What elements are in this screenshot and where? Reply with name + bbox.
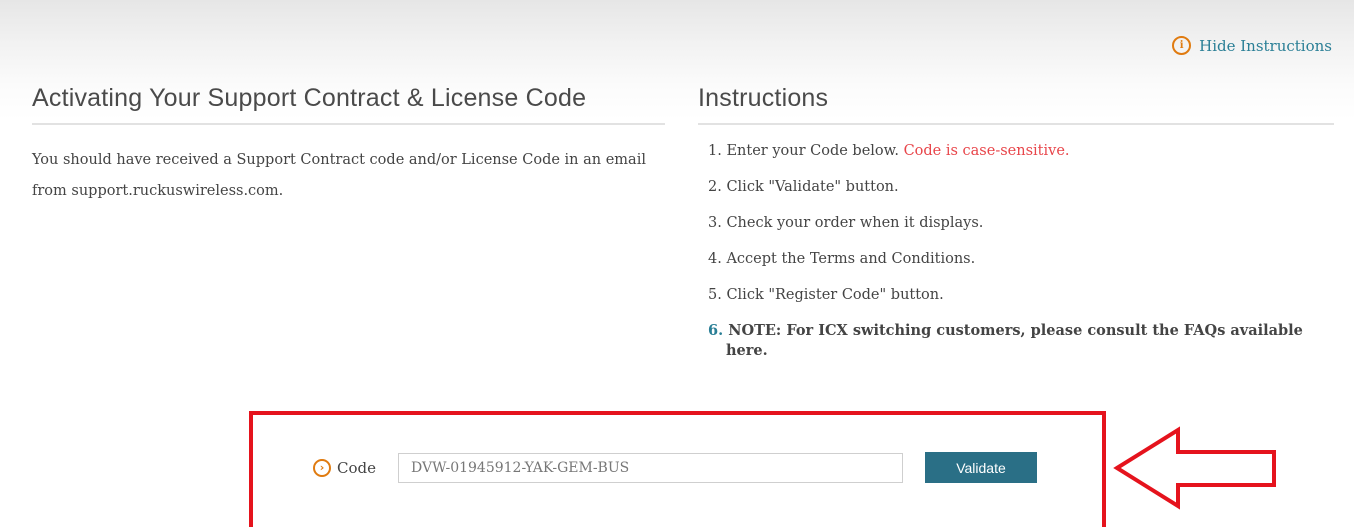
activation-section: Activating Your Support Contract & Licen… xyxy=(32,84,665,207)
chevron-right-icon: › xyxy=(313,458,331,477)
activation-intro: You should have received a Support Contr… xyxy=(32,152,646,199)
page: i Hide Instructions Activating Your Supp… xyxy=(0,0,1354,527)
code-entry-row: › Code Validate xyxy=(313,452,1037,483)
code-input[interactable] xyxy=(398,452,903,483)
code-entry-highlight: › Code Validate xyxy=(249,411,1106,527)
info-icon: i xyxy=(1172,36,1192,55)
instructions-list: 1. Enter your Code below. Code is case-s… xyxy=(698,141,1334,361)
hide-instructions-link[interactable]: i Hide Instructions xyxy=(1172,36,1332,55)
instructions-section: Instructions 1. Enter your Code below. C… xyxy=(698,84,1334,377)
validate-button[interactable]: Validate xyxy=(925,452,1037,483)
activation-title: Activating Your Support Contract & Licen… xyxy=(32,84,665,125)
instruction-step-6-note[interactable]: 6. NOTE: For ICX switching customers, pl… xyxy=(708,321,1334,361)
instruction-step-4: 4. Accept the Terms and Conditions. xyxy=(708,251,976,267)
case-sensitive-warning: Code is case-sensitive. xyxy=(903,143,1070,159)
instruction-step-2: 2. Click "Validate" button. xyxy=(708,179,899,195)
icx-faq-note: NOTE: For ICX switching customers, pleas… xyxy=(726,322,1303,359)
hide-instructions-label: Hide Instructions xyxy=(1199,36,1332,55)
left-arrow-icon xyxy=(1113,426,1276,510)
code-label: Code xyxy=(337,458,376,477)
instructions-title: Instructions xyxy=(698,84,1334,125)
instruction-step-5: 5. Click "Register Code" button. xyxy=(708,287,944,303)
instruction-step-1: 1. Enter your Code below. Code is case-s… xyxy=(708,143,1070,159)
instruction-step-3: 3. Check your order when it displays. xyxy=(708,215,984,231)
